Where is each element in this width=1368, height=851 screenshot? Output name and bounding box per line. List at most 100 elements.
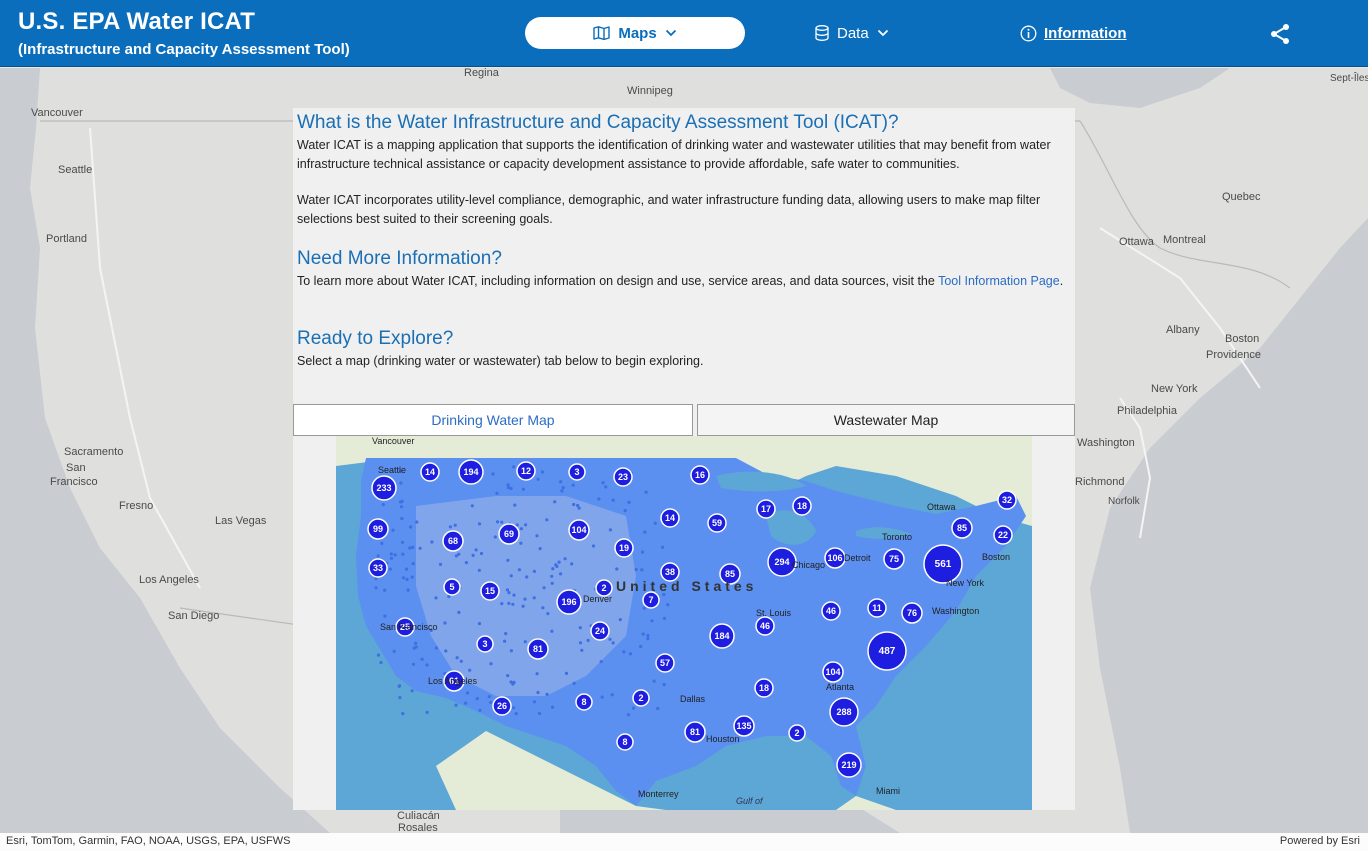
facility-dot [511,602,515,606]
cluster-marker[interactable]: 194 [458,459,484,485]
facility-dot [661,545,665,549]
cluster-marker[interactable]: 3 [476,635,494,653]
facility-dot [475,697,479,701]
city-label: Culiacán [397,810,440,822]
data-menu-button[interactable]: Data [815,17,889,49]
cluster-marker[interactable]: 3 [568,463,586,481]
facility-dot [554,563,558,567]
cluster-marker[interactable]: 135 [733,715,755,737]
facility-dot [519,541,523,545]
cluster-marker[interactable]: 16 [690,465,710,485]
cluster-marker[interactable]: 22 [993,525,1013,545]
facility-dot [513,503,517,507]
facility-dot [466,691,470,695]
cluster-marker[interactable]: 76 [901,602,923,624]
information-link[interactable]: Information [1020,17,1127,49]
city-label: Seattle [58,164,93,176]
maps-menu-button[interactable]: Maps [525,17,745,49]
cluster-marker[interactable]: 46 [821,601,841,621]
cluster-marker[interactable]: 104 [822,661,844,683]
facility-dot [410,689,414,693]
cluster-marker[interactable]: 8 [575,693,593,711]
cluster-marker[interactable]: 196 [556,589,582,615]
facility-dot [493,535,497,539]
share-icon[interactable] [1268,22,1292,46]
cluster-marker[interactable]: 81 [684,721,706,743]
cluster-count: 17 [761,504,771,514]
facility-dot [509,574,513,578]
cluster-marker[interactable]: 26 [492,696,512,716]
cluster-marker[interactable]: 14 [420,462,440,482]
facility-dot [662,683,666,687]
intro-panel: What is the Water Infrastructure and Cap… [293,108,1075,810]
cluster-marker[interactable]: 184 [709,623,735,649]
cluster-marker[interactable]: 487 [867,631,907,671]
cluster-marker[interactable]: 233 [371,475,397,501]
facility-dot [487,695,491,699]
cluster-marker[interactable]: 14 [660,508,680,528]
cluster-marker[interactable]: 59 [707,513,727,533]
facility-dot [504,632,508,636]
preview-label: New York [946,578,985,588]
cluster-marker[interactable]: 2 [632,689,650,707]
facility-dot [563,557,567,561]
city-label: Quebec [1222,191,1261,203]
cluster-marker[interactable]: 24 [590,621,610,641]
cluster-marker[interactable]: 23 [613,467,633,487]
facility-dot [538,547,542,551]
cluster-marker[interactable]: 18 [754,678,774,698]
cluster-count: 5 [449,582,454,592]
cluster-count: 3 [574,467,579,477]
cluster-count: 7 [648,595,653,605]
tab-wastewater-map[interactable]: Wastewater Map [697,404,1075,436]
cluster-marker[interactable]: 106 [824,547,846,569]
cluster-marker[interactable]: 81 [527,638,549,660]
cluster-count: 68 [448,536,458,546]
cluster-marker[interactable]: 18 [792,496,812,516]
facility-dot [398,696,402,700]
drinking-water-map-preview[interactable]: 14 194 12 3 23 16 233 14 59 17 18 32 99 68 69 104 19 85 22… [336,436,1032,810]
cluster-marker[interactable]: 32 [997,490,1017,510]
cluster-count: 26 [497,701,507,711]
tool-information-page-link[interactable]: Tool Information Page [938,274,1060,288]
cluster-marker[interactable]: 219 [836,752,862,778]
cluster-marker[interactable]: 104 [568,519,590,541]
cluster-marker[interactable]: 8 [616,733,634,751]
cluster-marker[interactable]: 57 [655,653,675,673]
cluster-marker[interactable]: 69 [498,523,520,545]
cluster-marker[interactable]: 7 [642,591,660,609]
powered-by-esri[interactable]: Powered by Esri [1280,835,1360,847]
facility-dot [405,567,409,571]
facility-dot [389,556,394,560]
cluster-marker[interactable]: 288 [829,697,859,727]
cluster-marker[interactable]: 33 [368,558,388,578]
facility-dot [557,560,561,564]
cluster-marker[interactable]: 15 [480,581,500,601]
cluster-marker[interactable]: 99 [367,518,389,540]
facility-dot [611,498,615,502]
cluster-marker[interactable]: 46 [755,616,775,636]
cluster-count: 14 [425,467,435,477]
facility-dot [537,711,542,716]
preview-label: San Francisco [380,622,438,632]
cluster-marker[interactable]: 11 [867,598,887,618]
cluster-marker[interactable]: 2 [788,724,806,742]
tab-drinking-water-map[interactable]: Drinking Water Map [293,404,693,436]
facility-dot [580,648,584,652]
cluster-count: 81 [690,727,700,737]
facility-dot [374,586,378,590]
facility-dot [389,552,393,556]
cluster-count: 81 [533,644,543,654]
cluster-count: 15 [485,586,495,596]
cluster-marker[interactable]: 75 [883,548,905,570]
cluster-marker[interactable]: 5 [443,578,461,596]
cluster-marker[interactable]: 17 [756,499,776,519]
cluster-marker[interactable]: 68 [442,530,464,552]
facility-dot [512,593,516,597]
facility-dot [401,712,405,716]
cluster-count: 184 [714,631,729,641]
cluster-marker[interactable]: 19 [614,538,634,558]
cluster-count: 24 [595,626,605,636]
cluster-marker[interactable]: 12 [516,461,536,481]
cluster-marker[interactable]: 85 [951,517,973,539]
